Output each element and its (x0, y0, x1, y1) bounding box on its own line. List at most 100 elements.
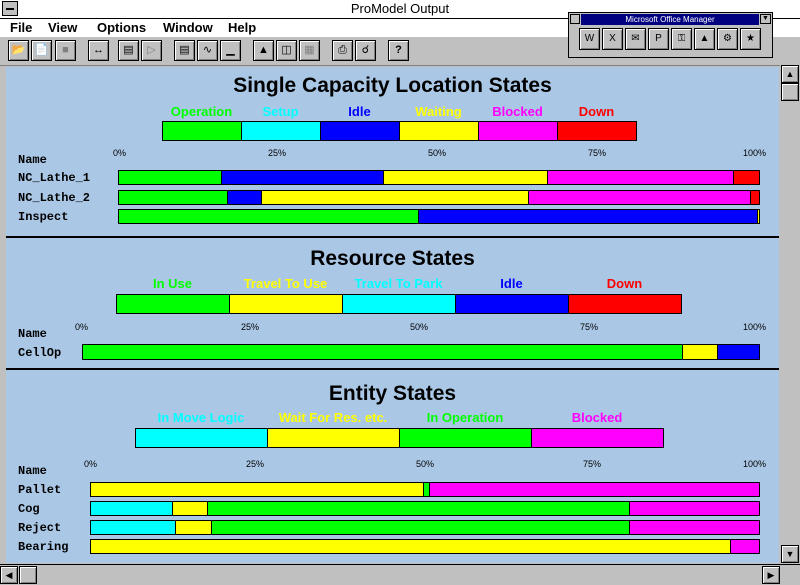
tick-label: 50% (416, 459, 435, 469)
scroll-up-icon[interactable]: ▲ (781, 65, 799, 83)
legend-swatch (135, 428, 268, 448)
menu-options[interactable]: Options (97, 20, 146, 35)
bar-segment-wait-for-res-etc (91, 483, 423, 496)
resource-states-panel: Resource States In Use Travel To Use Tra… (6, 240, 779, 370)
legend-label: Travel To Park (354, 276, 443, 291)
legend-label: Down (606, 276, 643, 291)
bar-segment-blocked (429, 483, 759, 496)
row-label: CellOp (18, 346, 62, 360)
tick-label: 0% (84, 459, 98, 469)
open-file-icon[interactable]: 📄 (31, 40, 52, 61)
legend-label: Waiting (415, 104, 462, 119)
menu-help[interactable]: Help (228, 20, 256, 35)
name-header: Name (18, 153, 47, 167)
print-preview-icon[interactable]: ☌ (355, 40, 376, 61)
office-manager-system-icon[interactable] (570, 14, 580, 24)
report-icon[interactable]: ▤ (118, 40, 139, 61)
word-icon[interactable]: W (579, 28, 600, 50)
tick-label: 50% (428, 148, 447, 158)
bracket-icon[interactable]: ↔ (88, 40, 109, 61)
state-bar (90, 501, 760, 516)
bar-segment-blocked (527, 191, 751, 204)
legend-swatch (241, 121, 321, 141)
bar-segment-waiting (757, 210, 759, 223)
state-bar (118, 170, 760, 185)
open-folder-icon[interactable]: 📂 (8, 40, 29, 61)
shapes-icon[interactable]: ▲ (253, 40, 274, 61)
bar-segment-idle (717, 345, 759, 359)
menu-window[interactable]: Window (163, 20, 213, 35)
legend-label: Operation (170, 104, 233, 119)
legend-swatch (229, 294, 343, 314)
tick-label: 100% (743, 148, 767, 158)
tick-label: 25% (241, 322, 260, 332)
export-icon[interactable]: ▷ (141, 40, 162, 61)
legend-swatch (399, 121, 479, 141)
histogram-icon[interactable]: ▁ (220, 40, 241, 61)
chart-title: Single Capacity Location States (233, 74, 552, 97)
row-label: Bearing (18, 540, 69, 554)
legend-swatch (557, 121, 637, 141)
state-bar (118, 209, 760, 224)
legend-label: In Move Logic (157, 410, 245, 425)
bar-segment-travel-to-use (681, 345, 718, 359)
bar-segment-blocked (547, 171, 733, 184)
project-icon[interactable]: ▲ (694, 28, 715, 50)
tick-label: 0% (75, 322, 89, 332)
office-manager-toolbar: Microsoft Office Manager ▼ W X ✉ P ⚿ ▲ ⚙… (568, 12, 773, 58)
state-bar (90, 539, 760, 554)
horizontal-scroll-thumb[interactable] (19, 566, 37, 584)
legend-label: Blocked (571, 410, 623, 425)
scroll-left-icon[interactable]: ◀ (0, 566, 18, 584)
name-header: Name (18, 327, 47, 341)
legend-swatch (162, 121, 242, 141)
menu-file[interactable]: File (10, 20, 32, 35)
row-label: NC_Lathe_1 (18, 171, 91, 185)
bar-segment-idle (226, 191, 262, 204)
save-icon[interactable]: ■ (55, 40, 76, 61)
state-chart-icon[interactable]: ▤ (174, 40, 195, 61)
scroll-right-icon[interactable]: ▶ (762, 566, 780, 584)
bar-segment-in-move-logic (91, 521, 176, 534)
state-bar (90, 520, 760, 535)
legend-label: Idle (348, 104, 371, 119)
tick-label: 75% (583, 459, 602, 469)
print-icon[interactable]: ⎙ (332, 40, 353, 61)
name-header: Name (18, 464, 47, 478)
location-states-panel: Single Capacity Location States Operatio… (6, 67, 779, 238)
legend-swatch (320, 121, 400, 141)
help-icon[interactable]: ? (388, 40, 409, 61)
menu-view[interactable]: View (48, 20, 77, 35)
mail-icon[interactable]: ✉ (625, 28, 646, 50)
vertical-scrollbar[interactable]: ▲ ▼ (780, 65, 800, 563)
grid-icon[interactable]: ▦ (299, 40, 320, 61)
bar-segment-down (732, 171, 759, 184)
office-manager-dropdown-icon[interactable]: ▼ (760, 14, 771, 24)
legend-label: Down (578, 104, 615, 119)
scroll-down-icon[interactable]: ▼ (781, 545, 799, 563)
row-label: NC_Lathe_2 (18, 191, 91, 205)
line-chart-icon[interactable]: ∿ (197, 40, 218, 61)
horizontal-scrollbar[interactable]: ◀ ▶ (0, 564, 800, 585)
tick-label: 0% (113, 148, 127, 158)
bar-segment-in-use (83, 345, 682, 359)
schedule-icon[interactable]: ⚙ (717, 28, 738, 50)
state-bar (90, 482, 760, 497)
powerpoint-icon[interactable]: P (648, 28, 669, 50)
bar-segment-operation (119, 210, 418, 223)
database-icon[interactable]: ◫ (276, 40, 297, 61)
legend-swatch (478, 121, 558, 141)
bar-segment-operation (119, 171, 222, 184)
bar-segment-wait-for-res-etc (175, 521, 212, 534)
office-settings-icon[interactable]: ★ (740, 28, 761, 50)
legend-swatch (267, 428, 400, 448)
state-bar (118, 190, 760, 205)
entity-states-panel: Entity States In Move Logic Wait For Res… (6, 372, 779, 563)
excel-icon[interactable]: X (602, 28, 623, 50)
bar-segment-operation (119, 191, 227, 204)
office-manager-title: Microsoft Office Manager (581, 14, 759, 25)
row-label: Cog (18, 502, 40, 516)
bar-segment-waiting (383, 171, 548, 184)
vertical-scroll-thumb[interactable] (781, 83, 799, 101)
access-icon[interactable]: ⚿ (671, 28, 692, 50)
